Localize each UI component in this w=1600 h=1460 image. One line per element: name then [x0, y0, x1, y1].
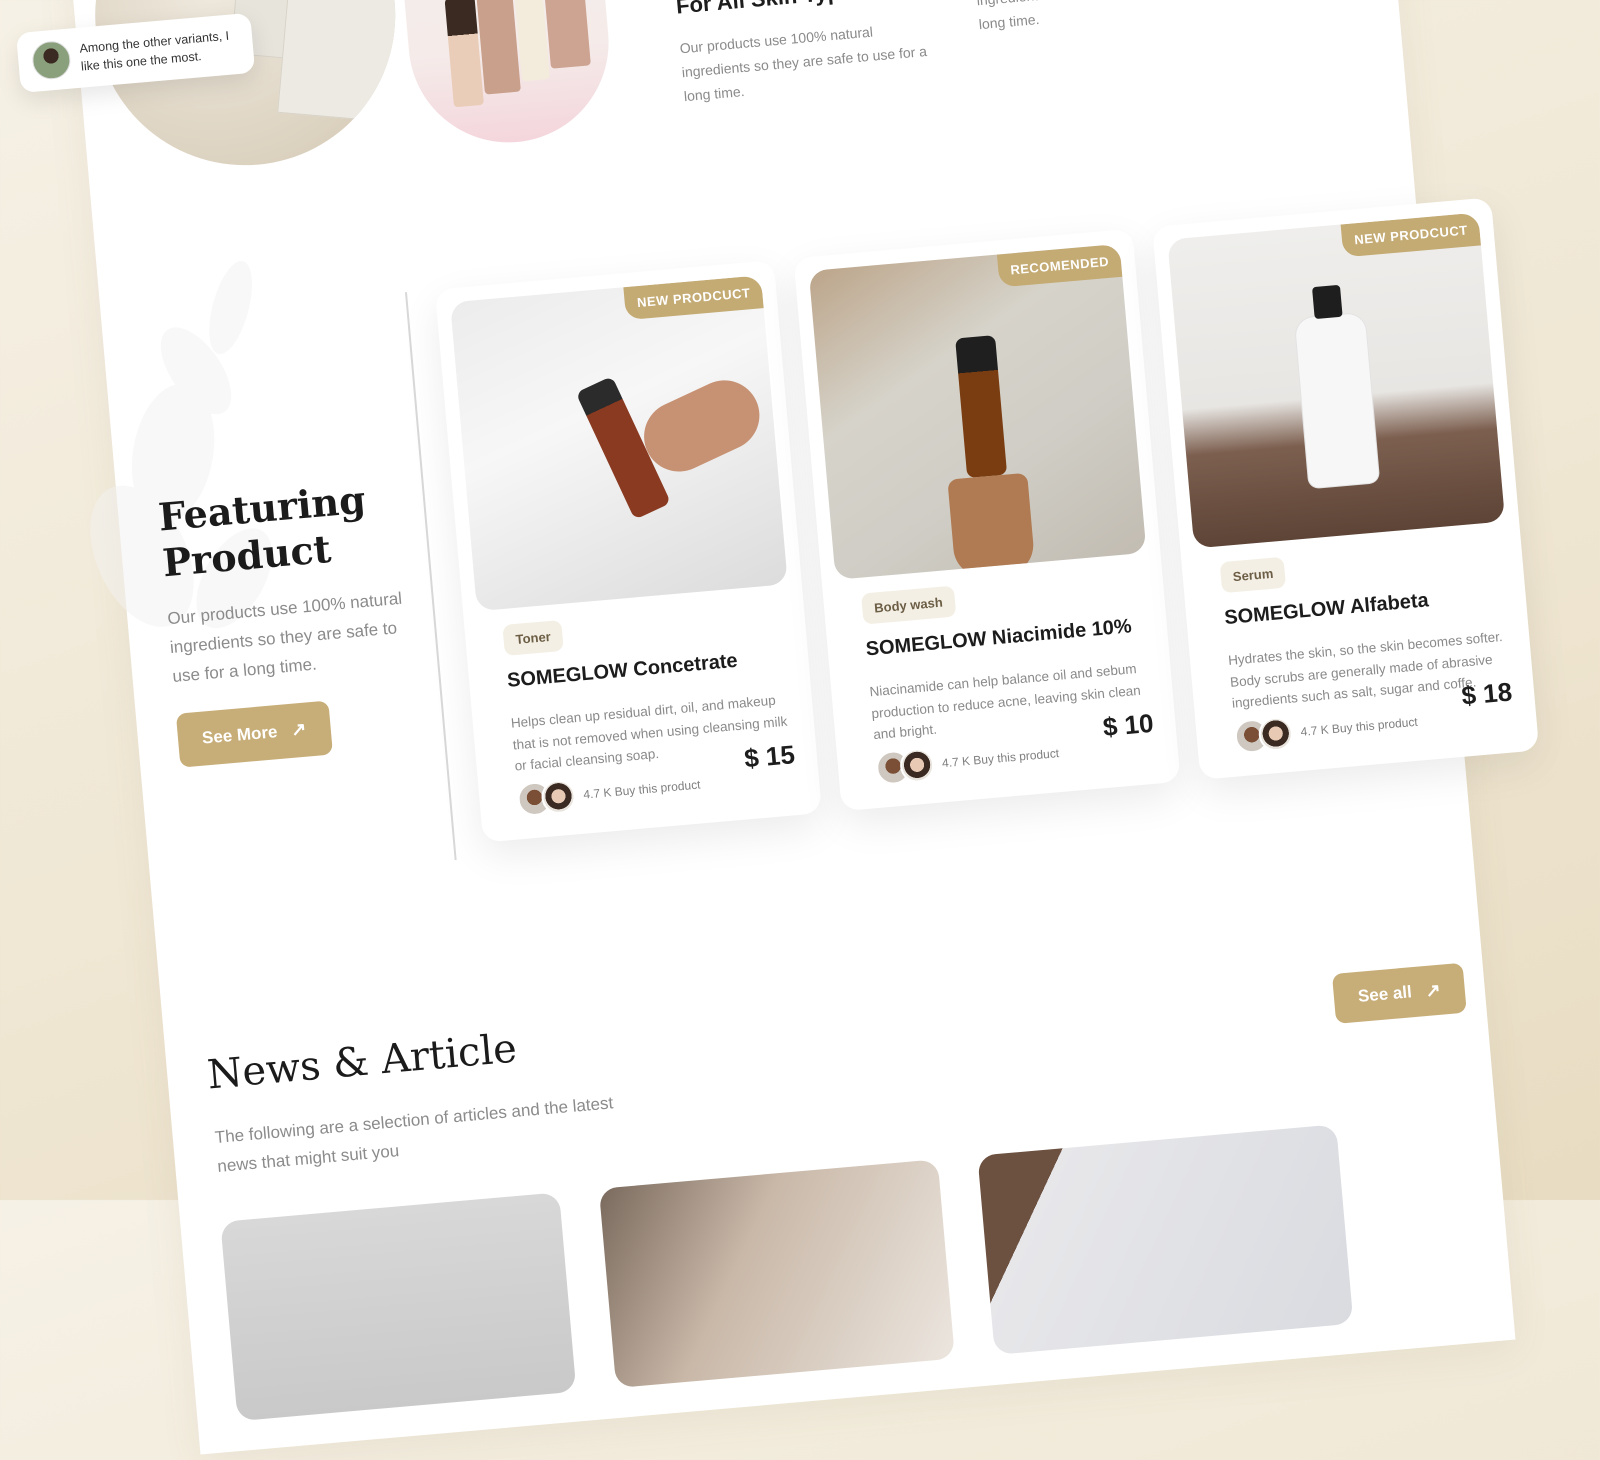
- product-name[interactable]: SOMEGLOW Niacimide 10%: [865, 615, 1133, 661]
- product-badge: RECOMENDED: [997, 243, 1123, 288]
- product-price: $ 15: [742, 738, 796, 773]
- news-title: News & Article: [205, 1025, 519, 1099]
- product-card[interactable]: NEW PRODCUCT Toner SOMEGLOW Concetrate H…: [434, 260, 822, 843]
- product-price: $ 10: [1101, 707, 1155, 742]
- buyer-count: 4.7 K Buy this product: [941, 746, 1060, 771]
- category-tag[interactable]: Serum: [1219, 556, 1287, 594]
- feature-title: For All Skin Type: [675, 0, 936, 20]
- product-card[interactable]: RECOMENDED Body wash SOMEGLOW Niacimide …: [793, 228, 1181, 812]
- product-badge: NEW PRODCUCT: [623, 275, 764, 321]
- product-name[interactable]: SOMEGLOW Alfabeta: [1224, 589, 1430, 630]
- see-all-label: See all: [1357, 982, 1413, 1006]
- arrow-up-right-icon: ↗: [1424, 979, 1442, 1001]
- product-price: $ 18: [1460, 675, 1514, 711]
- news-description: The following are a selection of article…: [214, 1093, 614, 1176]
- category-tag[interactable]: Toner: [502, 619, 564, 656]
- product-image: NEW PRODCUCT: [450, 275, 788, 612]
- hero-image-bottles: [389, 0, 617, 151]
- review-text: Among the other variants, I like this on…: [78, 28, 230, 74]
- see-all-button[interactable]: See all ↗: [1331, 962, 1467, 1024]
- wooden-stand: [947, 472, 1036, 580]
- buyer-avatars: [874, 747, 936, 786]
- buyer-count: 4.7 K Buy this product: [1300, 714, 1419, 739]
- buyer-avatars: [1233, 715, 1295, 755]
- feature-product-rep: Product Rep... Our products use 100% nat…: [970, 0, 1239, 37]
- category-tag[interactable]: Body wash: [860, 585, 956, 625]
- see-more-label: See More: [201, 721, 279, 748]
- pump-bottle: [1294, 312, 1380, 489]
- buyer-avatars: [516, 778, 577, 818]
- article-card-image[interactable]: [598, 1159, 955, 1389]
- product-badge: NEW PRODCUCT: [1341, 212, 1481, 258]
- arrow-up-right-icon: ↗: [290, 718, 308, 741]
- article-card-image[interactable]: [220, 1192, 577, 1422]
- feature-skin-type: For All Skin Type Our products use 100% …: [672, 0, 944, 109]
- dropper-bottle: [955, 335, 1008, 479]
- landing-page: Among the other variants, I like this on…: [15, 0, 1540, 1455]
- product-card[interactable]: NEW PRODCUCT Serum SOMEGLOW Alfabeta Hyd…: [1152, 197, 1540, 780]
- feature-description: Our products use 100% natural ingredient…: [679, 23, 928, 104]
- product-name[interactable]: SOMEGLOW Concetrate: [506, 650, 738, 693]
- see-more-button[interactable]: See More ↗: [175, 700, 333, 768]
- product-box: [277, 0, 408, 124]
- pump-cap: [1311, 284, 1343, 320]
- product-image: NEW PRODCUCT: [1167, 212, 1506, 549]
- buyer-count: 4.7 K Buy this product: [582, 777, 702, 802]
- reviewer-avatar: [30, 39, 72, 81]
- article-card-image[interactable]: [977, 1124, 1354, 1355]
- featuring-section: Featuring Product Our products use 100% …: [157, 473, 430, 768]
- product-image: RECOMENDED: [808, 243, 1147, 580]
- feature-description: Our products use 100% natural ingredient…: [976, 0, 1222, 32]
- featuring-description: Our products use 100% natural ingredient…: [166, 588, 403, 686]
